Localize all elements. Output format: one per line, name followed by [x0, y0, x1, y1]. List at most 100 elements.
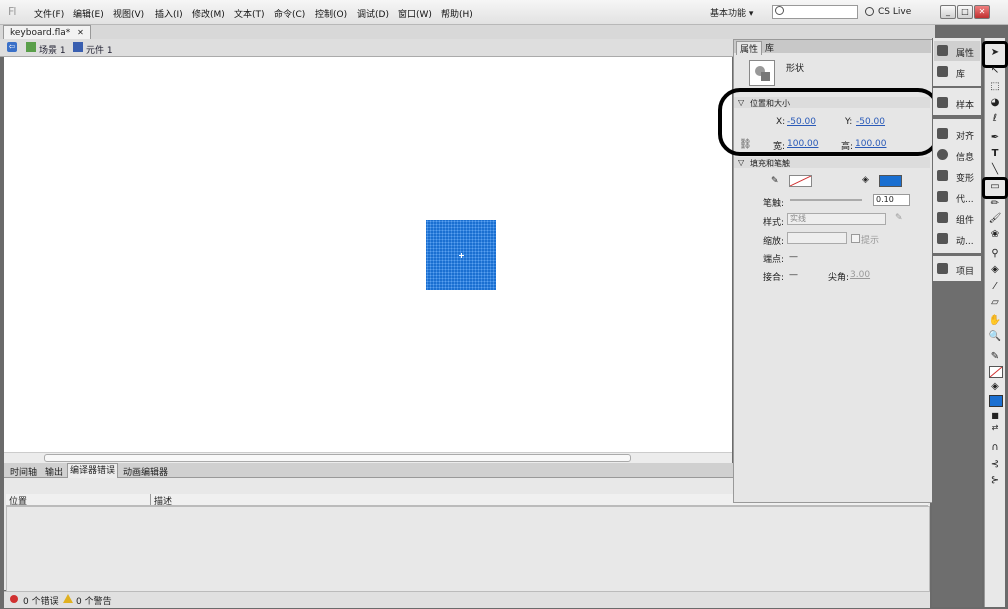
- transform-icon: [937, 170, 948, 181]
- style-select[interactable]: 实线: [787, 213, 886, 225]
- project-icon: [937, 263, 948, 274]
- workspace-dropdown[interactable]: 基本功能 ▾: [710, 6, 753, 19]
- motion-icon: [937, 233, 948, 244]
- align-icon: [937, 128, 948, 139]
- snap-magnet-icon[interactable]: ∩: [988, 441, 1002, 454]
- close-window-button[interactable]: ✕: [974, 5, 990, 19]
- menu-window[interactable]: 窗口(W): [398, 7, 432, 20]
- line-tool-icon[interactable]: ╲: [988, 163, 1002, 176]
- rectangle-tool-icon[interactable]: ▭: [988, 180, 1002, 193]
- tab-properties[interactable]: 属性: [736, 41, 763, 55]
- dock-item-project[interactable]: 项目: [934, 259, 980, 279]
- deco-tool-icon[interactable]: ❀: [988, 228, 1002, 241]
- highlight-annotation-oval: [718, 88, 940, 156]
- stroke-slider[interactable]: [790, 199, 862, 201]
- document-tab-label: keyboard.fla*: [10, 28, 71, 38]
- error-icon: [10, 595, 18, 603]
- dock-item-transform[interactable]: 变形: [934, 166, 980, 186]
- select-tool-icon[interactable]: ➤: [988, 46, 1002, 59]
- subselect-tool-icon[interactable]: ↖: [988, 64, 1002, 77]
- menu-debug[interactable]: 调试(D): [357, 7, 389, 20]
- scale-select[interactable]: [787, 232, 847, 244]
- straighten-icon[interactable]: ⊱: [988, 474, 1002, 487]
- zoom-tool-icon[interactable]: 🔍: [988, 330, 1002, 343]
- registration-point-icon: [459, 253, 464, 258]
- breadcrumb-symbol[interactable]: 元件 1: [86, 43, 113, 56]
- hint-checkbox[interactable]: [851, 234, 860, 243]
- dock-item-motion[interactable]: 动...: [934, 229, 980, 249]
- menu-view[interactable]: 视图(V): [113, 7, 144, 20]
- dock-item-align[interactable]: 对齐: [934, 124, 980, 144]
- close-icon[interactable]: ✕: [77, 28, 84, 37]
- menu-edit[interactable]: 编辑(E): [73, 7, 104, 20]
- minimize-button[interactable]: _: [940, 5, 956, 19]
- bone-tool-icon[interactable]: ⚲: [988, 247, 1002, 260]
- dock-item-properties[interactable]: 属性: [934, 41, 980, 61]
- scene-icon: [26, 42, 36, 52]
- library-icon: [937, 66, 948, 77]
- pencil-icon: ✎: [771, 176, 779, 186]
- dock-item-swatches[interactable]: 样本: [934, 93, 980, 113]
- menu-control[interactable]: 控制(O): [315, 7, 347, 20]
- style-select-value: 实线: [790, 214, 806, 223]
- fill-color-swatch-tool[interactable]: [989, 395, 1003, 407]
- cap-select[interactable]: —: [789, 252, 798, 262]
- dock-item-code[interactable]: 代...: [934, 187, 980, 207]
- tab-compiler-errors[interactable]: 编译器错误: [67, 463, 119, 478]
- menu-file[interactable]: 文件(F): [34, 7, 64, 20]
- pencil-tool-icon[interactable]: ✏: [988, 197, 1002, 210]
- info-icon: [937, 149, 948, 160]
- eyedropper-tool-icon[interactable]: ⁄: [988, 280, 1002, 293]
- miter-value[interactable]: 3.00: [850, 270, 870, 280]
- pen-tool-icon[interactable]: ✒: [988, 131, 1002, 144]
- menu-text[interactable]: 文本(T): [234, 7, 265, 20]
- tab-motion-editor[interactable]: 动画编辑器: [121, 465, 170, 478]
- paint-bucket-tool-icon[interactable]: ◈: [988, 263, 1002, 276]
- free-transform-tool-icon[interactable]: ⬚: [988, 80, 1002, 93]
- swatches-icon: [937, 97, 948, 108]
- paint-bucket-icon: ◈: [862, 175, 869, 185]
- document-tab[interactable]: keyboard.fla* ✕: [3, 25, 91, 39]
- menu-help[interactable]: 帮助(H): [441, 7, 473, 20]
- error-count: 0 个错误: [23, 597, 59, 607]
- maximize-button[interactable]: □: [957, 5, 973, 19]
- search-input[interactable]: [772, 5, 858, 19]
- text-tool-icon[interactable]: T: [988, 147, 1002, 160]
- fill-color-swatch[interactable]: [879, 175, 902, 187]
- 3d-rotation-tool-icon[interactable]: ◕: [988, 96, 1002, 109]
- stage[interactable]: [4, 57, 732, 452]
- fill-color-icon[interactable]: ◈: [988, 380, 1002, 393]
- edit-stroke-style-icon[interactable]: ✎: [895, 213, 903, 223]
- brush-tool-icon[interactable]: 🖌: [988, 212, 1002, 225]
- miter-label: 尖角:: [828, 273, 850, 283]
- cs-live-button[interactable]: CS Live: [878, 7, 911, 17]
- tab-output[interactable]: 输出: [43, 465, 65, 478]
- swap-colors-icon[interactable]: ⇄: [988, 421, 1002, 434]
- smooth-icon[interactable]: ⊰: [988, 458, 1002, 471]
- tab-library[interactable]: 库: [762, 41, 777, 54]
- back-arrow-icon[interactable]: ⇦: [7, 42, 17, 52]
- hand-tool-icon[interactable]: ✋: [988, 314, 1002, 327]
- lasso-tool-icon[interactable]: ℓ: [988, 112, 1002, 125]
- stroke-color-icon[interactable]: ✎: [988, 350, 1002, 363]
- eraser-tool-icon[interactable]: ▱: [988, 296, 1002, 309]
- dock-item-library[interactable]: 库: [934, 62, 980, 82]
- join-select[interactable]: —: [789, 270, 798, 280]
- tab-timeline[interactable]: 时间轴: [8, 465, 39, 478]
- dock-item-components[interactable]: 组件: [934, 208, 980, 228]
- breadcrumb-scene[interactable]: 场景 1: [39, 43, 66, 56]
- stroke-color-swatch-tool[interactable]: [989, 366, 1003, 378]
- stroke-width-input[interactable]: 0.10: [873, 194, 910, 206]
- column-divider: [150, 494, 151, 505]
- cap-label: 端点:: [763, 255, 785, 265]
- style-label: 样式:: [763, 218, 785, 228]
- section-fill-title: 填充和笔触: [750, 159, 790, 168]
- menu-insert[interactable]: 插入(I): [155, 7, 183, 20]
- menu-modify[interactable]: 修改(M): [192, 7, 225, 20]
- components-icon: [937, 212, 948, 223]
- scrollbar-thumb[interactable]: [44, 454, 631, 462]
- menu-commands[interactable]: 命令(C): [274, 7, 305, 20]
- collapse-arrow-icon[interactable]: ▽: [738, 158, 744, 167]
- dock-item-info[interactable]: 信息: [934, 145, 980, 165]
- stroke-color-swatch[interactable]: [789, 175, 812, 187]
